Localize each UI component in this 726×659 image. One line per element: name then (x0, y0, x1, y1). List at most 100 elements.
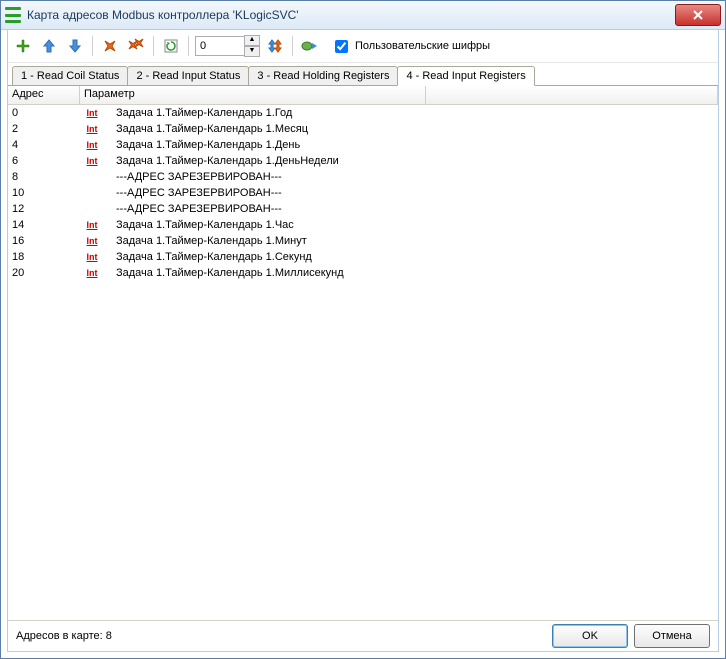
int-type-icon: Int (84, 124, 100, 134)
delete-icon (102, 38, 118, 54)
client-area: ▲ ▼ Пользовательские шифры 1 - Read Coil… (7, 29, 719, 652)
toolbar: ▲ ▼ Пользовательские шифры (8, 30, 718, 63)
ok-button[interactable]: OK (552, 624, 628, 648)
close-button[interactable] (675, 4, 721, 26)
refresh-button[interactable] (160, 35, 182, 57)
table-row[interactable]: 18 Int Задача 1.Таймер-Календарь 1.Секунд (8, 249, 718, 265)
tab-2[interactable]: 3 - Read Holding Registers (248, 66, 398, 85)
add-button[interactable] (12, 35, 34, 57)
delete-multi-icon (127, 38, 145, 54)
parameter-text: Задача 1.Таймер-Календарь 1.День (116, 139, 300, 151)
cell-address: 20 (8, 267, 80, 279)
cell-parameter: Int Задача 1.Таймер-Календарь 1.Месяц (80, 123, 718, 135)
spinner-up-button[interactable]: ▲ (244, 35, 260, 46)
int-type-icon: Int (84, 236, 100, 246)
cell-address: 0 (8, 107, 80, 119)
separator (188, 36, 189, 56)
cell-address: 18 (8, 251, 80, 263)
plus-icon (15, 38, 31, 54)
int-type-icon: Int (84, 268, 100, 278)
cell-address: 12 (8, 203, 80, 215)
checkbox-input[interactable] (335, 40, 348, 53)
tab-3[interactable]: 4 - Read Input Registers (397, 66, 534, 86)
cipher-button[interactable] (299, 35, 321, 57)
separator (153, 36, 154, 56)
cancel-button[interactable]: Отмена (634, 624, 710, 648)
cell-address: 10 (8, 187, 80, 199)
cell-parameter: Int Задача 1.Таймер-Календарь 1.Миллисеку… (80, 267, 718, 279)
cell-address: 14 (8, 219, 80, 231)
table-row[interactable]: 8 ---АДРЕС ЗАРЕЗЕРВИРОВАН--- (8, 169, 718, 185)
table-row[interactable]: 16 Int Задача 1.Таймер-Календарь 1.Минут (8, 233, 718, 249)
cell-parameter: ---АДРЕС ЗАРЕЗЕРВИРОВАН--- (80, 171, 718, 183)
close-icon (693, 10, 703, 20)
offset-input[interactable] (195, 36, 245, 56)
parameter-text: Задача 1.Таймер-Календарь 1.Секунд (116, 251, 312, 263)
user-ciphers-checkbox[interactable]: Пользовательские шифры (331, 37, 490, 56)
arrow-down-icon (67, 38, 83, 54)
column-header-address[interactable]: Адрес (8, 86, 80, 104)
int-type-icon: Int (84, 108, 100, 118)
cell-parameter: Int Задача 1.Таймер-Календарь 1.Минут (80, 235, 718, 247)
separator (292, 36, 293, 56)
app-icon (5, 7, 21, 23)
table-row[interactable]: 12 ---АДРЕС ЗАРЕЗЕРВИРОВАН--- (8, 201, 718, 217)
table-row[interactable]: 2 Int Задача 1.Таймер-Календарь 1.Месяц (8, 121, 718, 137)
parameter-text: Задача 1.Таймер-Календарь 1.ДеньНедели (116, 155, 339, 167)
int-type-icon: Int (84, 140, 100, 150)
move-up-button[interactable] (38, 35, 60, 57)
column-header-parameter[interactable]: Параметр (80, 86, 426, 104)
cell-address: 16 (8, 235, 80, 247)
titlebar: Карта адресов Modbus контроллера 'KLogic… (1, 1, 725, 30)
status-text: Адресов в карте: 8 (16, 630, 546, 642)
cell-parameter: Int Задача 1.Таймер-Календарь 1.Год (80, 107, 718, 119)
cell-parameter: IntЗадача 1.Таймер-Календарь 1.Час (80, 219, 718, 231)
int-type-icon: Int (84, 156, 100, 166)
table-row[interactable]: 20 Int Задача 1.Таймер-Календарь 1.Миллисе… (8, 265, 718, 281)
spinner-down-button[interactable]: ▼ (244, 46, 260, 57)
table-row[interactable]: 4 Int Задача 1.Таймер-Календарь 1.День (8, 137, 718, 153)
parameter-text: Задача 1.Таймер-Календарь 1.Миллисекунд (116, 267, 344, 279)
grid: Адрес Параметр 0IntЗадача 1.Таймер-Кален… (8, 85, 718, 620)
delete-button[interactable] (99, 35, 121, 57)
cell-parameter: Int Задача 1.Таймер-Календарь 1.День (80, 139, 718, 151)
cell-parameter: ---АДРЕС ЗАРЕЗЕРВИРОВАН--- (80, 187, 718, 199)
parameter-text: Задача 1.Таймер-Календарь 1.Минут (116, 235, 307, 247)
int-type-icon: Int (84, 252, 100, 262)
parameter-text: ---АДРЕС ЗАРЕЗЕРВИРОВАН--- (116, 171, 282, 183)
refresh-icon (163, 38, 179, 54)
cipher-icon (301, 38, 319, 54)
grid-header: Адрес Параметр (8, 86, 718, 105)
parameter-text: ---АДРЕС ЗАРЕЗЕРВИРОВАН--- (116, 203, 282, 215)
window-title: Карта адресов Modbus контроллера 'KLogic… (27, 8, 675, 22)
separator (92, 36, 93, 56)
cell-address: 8 (8, 171, 80, 183)
int-type-icon: Int (84, 220, 100, 230)
arrows-updown-icon (267, 38, 283, 54)
column-header-extra[interactable] (426, 86, 718, 104)
checkbox-label: Пользовательские шифры (355, 40, 490, 52)
tab-0[interactable]: 1 - Read Coil Status (12, 66, 128, 85)
parameter-text: Задача 1.Таймер-Календарь 1.Год (116, 107, 292, 119)
tab-1[interactable]: 2 - Read Input Status (127, 66, 249, 85)
table-row[interactable]: 0 Int Задача 1.Таймер-Календарь 1.Год (8, 105, 718, 121)
table-row[interactable]: 14IntЗадача 1.Таймер-Календарь 1.Час (8, 217, 718, 233)
cell-parameter: Int Задача 1.Таймер-Календарь 1.ДеньНедел… (80, 155, 718, 167)
offset-spinner[interactable]: ▲ ▼ (195, 35, 260, 57)
cell-address: 6 (8, 155, 80, 167)
cell-address: 4 (8, 139, 80, 151)
cell-parameter: Int Задача 1.Таймер-Календарь 1.Секунд (80, 251, 718, 263)
grid-body[interactable]: 0IntЗадача 1.Таймер-Календарь 1.Год2IntЗ… (8, 105, 718, 620)
delete-all-button[interactable] (125, 35, 147, 57)
parameter-text: Задача 1.Таймер-Календарь 1.Месяц (116, 123, 308, 135)
statusbar: Адресов в карте: 8 OK Отмена (8, 620, 718, 651)
move-down-button[interactable] (64, 35, 86, 57)
apply-offset-button[interactable] (264, 35, 286, 57)
tab-strip: 1 - Read Coil Status2 - Read Input Statu… (8, 63, 718, 85)
table-row[interactable]: 10---АДРЕС ЗАРЕЗЕРВИРОВАН--- (8, 185, 718, 201)
cell-parameter: ---АДРЕС ЗАРЕЗЕРВИРОВАН--- (80, 203, 718, 215)
arrow-up-icon (41, 38, 57, 54)
table-row[interactable]: 6 Int Задача 1.Таймер-Календарь 1.ДеньНеде… (8, 153, 718, 169)
cell-address: 2 (8, 123, 80, 135)
window: Карта адресов Modbus контроллера 'KLogic… (0, 0, 726, 659)
